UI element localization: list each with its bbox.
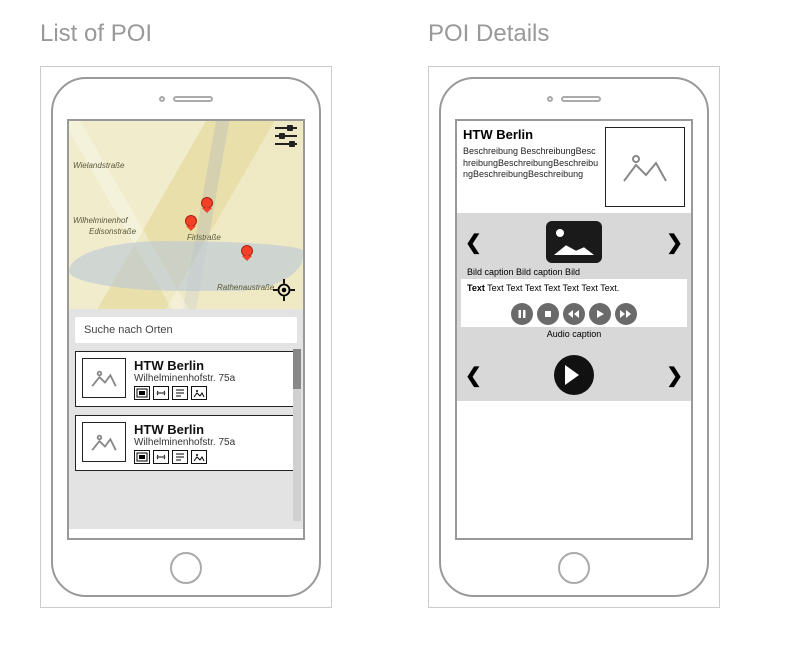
- search-input[interactable]: Suche nach Orten: [75, 317, 297, 343]
- map-pin[interactable]: [242, 246, 252, 256]
- video-icon: [134, 450, 150, 464]
- panel-detail: HTW Berlin Beschreibung BeschreibungBesc…: [428, 66, 720, 608]
- pause-button[interactable]: [511, 303, 533, 325]
- image-carousel: ❮ ❯ Bild caption Bild caption Bild Text …: [457, 213, 691, 349]
- carousel-image-icon[interactable]: [546, 221, 602, 263]
- screen-title-list: List of POI: [40, 20, 368, 48]
- image-placeholder-icon: [605, 127, 685, 207]
- home-button[interactable]: [170, 552, 202, 584]
- text-icon: [172, 450, 188, 464]
- poi-title: HTW Berlin: [134, 422, 290, 437]
- map-label: Wielandstraße: [73, 161, 125, 170]
- chevron-right-icon[interactable]: ❯: [662, 363, 687, 388]
- map-label: Edisonstraße: [89, 227, 136, 236]
- speaker-slot: [561, 96, 601, 102]
- chevron-left-icon[interactable]: ❮: [461, 230, 486, 255]
- speaker-slot: [173, 96, 213, 102]
- scrollbar[interactable]: [293, 349, 301, 521]
- play-video-button[interactable]: [554, 355, 594, 395]
- stop-button[interactable]: [537, 303, 559, 325]
- scroll-thumb[interactable]: [293, 349, 301, 389]
- image-placeholder-icon: [82, 358, 126, 398]
- poi-detail-title: HTW Berlin: [463, 127, 599, 142]
- home-button[interactable]: [558, 552, 590, 584]
- video-icon: [134, 386, 150, 400]
- phone-frame: HTW Berlin Beschreibung BeschreibungBesc…: [439, 77, 709, 597]
- poi-title: HTW Berlin: [134, 358, 290, 373]
- filter-icon[interactable]: [275, 127, 297, 145]
- camera-dot: [547, 96, 553, 102]
- phone-bottom: [53, 540, 319, 595]
- image-placeholder-icon: [82, 422, 126, 462]
- map-background: [69, 121, 303, 309]
- image-icon: [191, 450, 207, 464]
- detail-header: HTW Berlin Beschreibung BeschreibungBesc…: [457, 121, 691, 213]
- phone-bottom: [441, 540, 707, 595]
- poi-address: Wilhelminenhofstr. 75a: [134, 437, 290, 448]
- chevron-right-icon[interactable]: ❯: [662, 230, 687, 255]
- audio-icon: [153, 450, 169, 464]
- map-label: Rathenaustraße: [217, 283, 274, 292]
- map-area[interactable]: Wielandstraße Wilhelminenhof Edisonstraß…: [69, 121, 303, 309]
- image-caption: Bild caption Bild caption Bild: [461, 263, 586, 279]
- text-body: Text Text Text Text Text Text Text.: [485, 283, 619, 293]
- text-label: Text: [467, 283, 485, 293]
- phone-screen-detail: HTW Berlin Beschreibung BeschreibungBesc…: [455, 119, 693, 540]
- media-icons: [134, 450, 290, 464]
- poi-address: Wilhelminenhofstr. 75a: [134, 373, 290, 384]
- audio-caption: Audio caption: [547, 327, 602, 345]
- play-button[interactable]: [589, 303, 611, 325]
- poi-detail-description: Beschreibung BeschreibungBeschreibungBes…: [463, 146, 599, 181]
- panel-list: Wielandstraße Wilhelminenhof Edisonstraß…: [40, 66, 332, 608]
- phone-screen-list: Wielandstraße Wilhelminenhof Edisonstraß…: [67, 119, 305, 540]
- locate-icon[interactable]: [273, 279, 295, 301]
- text-block: Text Text Text Text Text Text Text Text.: [461, 279, 687, 297]
- video-section: ❮ ❯: [457, 349, 691, 401]
- camera-dot: [159, 96, 165, 102]
- map-pin[interactable]: [202, 198, 212, 208]
- list-item[interactable]: HTW Berlin Wilhelminenhofstr. 75a: [75, 351, 297, 407]
- map-label: Wilhelminenhof: [73, 216, 128, 225]
- screen-title-detail: POI Details: [428, 20, 756, 48]
- audio-controls: [461, 297, 687, 327]
- phone-top: [53, 79, 319, 119]
- text-icon: [172, 386, 188, 400]
- rewind-button[interactable]: [563, 303, 585, 325]
- forward-button[interactable]: [615, 303, 637, 325]
- audio-icon: [153, 386, 169, 400]
- phone-frame: Wielandstraße Wilhelminenhof Edisonstraß…: [51, 77, 321, 597]
- phone-top: [441, 79, 707, 119]
- chevron-left-icon[interactable]: ❮: [461, 363, 486, 388]
- media-icons: [134, 386, 290, 400]
- list-panel: Suche nach Orten HTW Berlin Wilhelminenh…: [69, 309, 303, 529]
- list-item[interactable]: HTW Berlin Wilhelminenhofstr. 75a: [75, 415, 297, 471]
- map-pin[interactable]: [186, 216, 196, 226]
- image-icon: [191, 386, 207, 400]
